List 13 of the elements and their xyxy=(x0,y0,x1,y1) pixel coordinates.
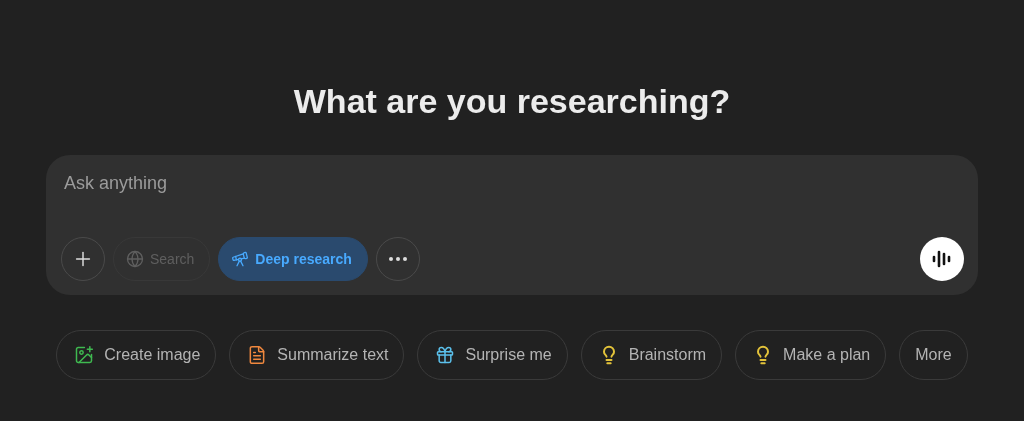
suggestion-chip[interactable]: Create image xyxy=(56,330,217,380)
prompt-input[interactable]: Ask anything xyxy=(61,169,467,198)
page-heading: What are you researching? xyxy=(293,82,731,121)
suggestion-chip[interactable]: Summarize text xyxy=(229,330,405,380)
voice-button[interactable] xyxy=(920,237,964,281)
suggestion-chip[interactable]: Surprise me xyxy=(417,330,568,380)
suggestion-chip[interactable]: Make a plan xyxy=(735,330,887,380)
globe-icon xyxy=(126,250,144,268)
ellipsis-icon xyxy=(388,257,407,261)
suggestion-chip[interactable]: More xyxy=(899,330,968,380)
telescope-icon xyxy=(231,250,250,268)
sound-wave-icon xyxy=(931,249,953,269)
research-toggle[interactable]: Deep research xyxy=(218,237,368,281)
